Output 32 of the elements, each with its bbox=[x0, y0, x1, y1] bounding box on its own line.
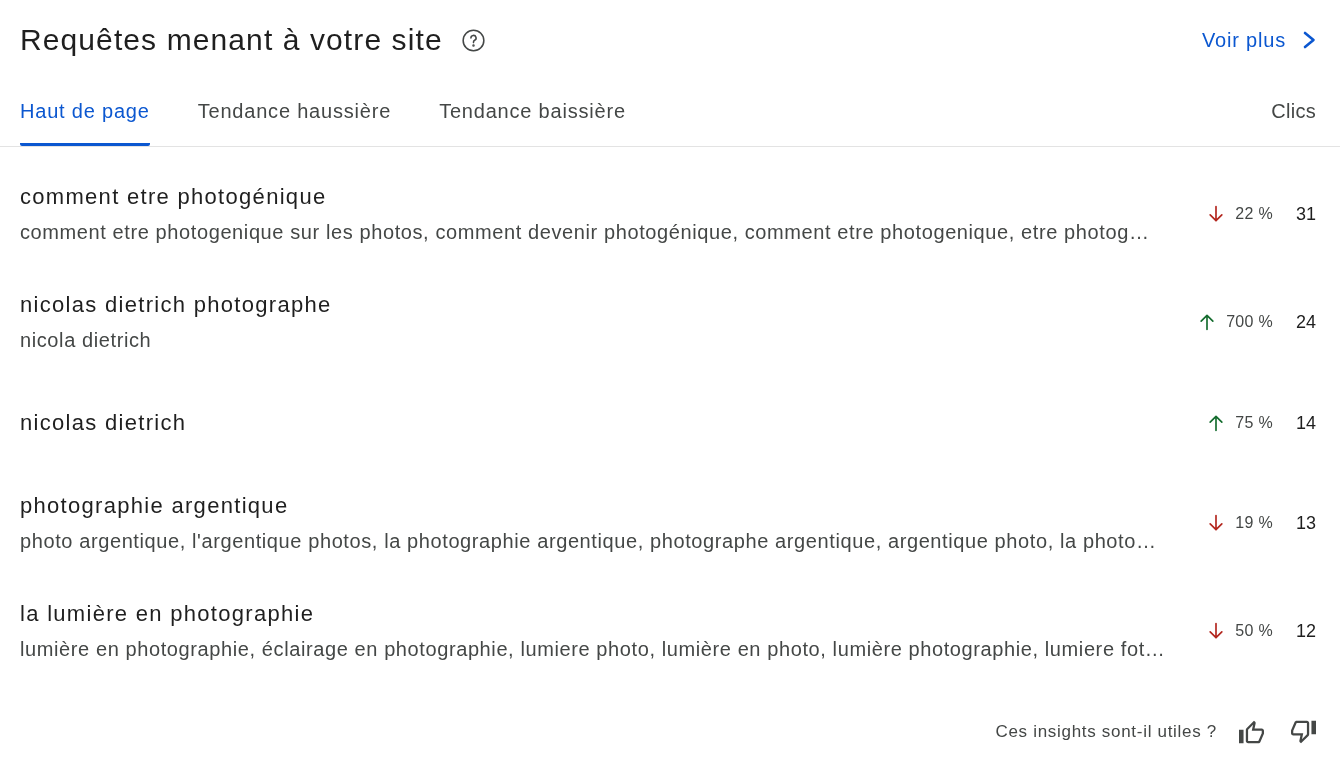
thumbs-down-icon bbox=[1291, 720, 1316, 744]
query-text: photographie argentique bbox=[20, 492, 290, 520]
tab[interactable]: Tendance baissière bbox=[439, 99, 626, 146]
clicks-count: 24 bbox=[1294, 311, 1316, 333]
see-more-link[interactable]: Voir plus bbox=[1202, 28, 1316, 52]
query-variants: nicola dietrich bbox=[20, 328, 153, 353]
clicks-count: 31 bbox=[1294, 203, 1316, 225]
query-text: nicolas dietrich bbox=[20, 408, 188, 437]
thumbs-up-icon bbox=[1239, 720, 1264, 744]
change-percent: 700 % bbox=[1226, 312, 1273, 332]
change-percent: 19 % bbox=[1235, 513, 1273, 533]
clicks-count: 12 bbox=[1294, 620, 1316, 642]
column-header: Clics bbox=[1271, 99, 1316, 124]
query-text: comment etre photogénique bbox=[20, 183, 328, 211]
change-percent: 75 % bbox=[1235, 412, 1273, 433]
clicks-count: 13 bbox=[1294, 512, 1316, 534]
query-text: la lumière en photographie bbox=[20, 600, 316, 628]
change-percent: 22 % bbox=[1235, 204, 1273, 224]
change-percent: 50 % bbox=[1235, 621, 1273, 641]
feedback-question: Ces insights sont-il utiles ? bbox=[995, 721, 1217, 743]
query-text: nicolas dietrich photographe bbox=[20, 291, 333, 319]
clicks-count: 14 bbox=[1294, 411, 1316, 434]
query-variants: photo argentique, l'argentique photos, la photographie argentique, photographe argentique, argentique photo, la photo… bbox=[20, 529, 1158, 554]
section-title: Requêtes menant à votre site bbox=[20, 22, 443, 58]
query-variants: lumière en photographie, éclairage en photographie, lumiere photo, lumière en photo, lumière photographie, lumiere fot… bbox=[20, 637, 1167, 662]
query-variants: comment etre photogenique sur les photos, comment devenir photogénique, comment etre photogenique, etre photog… bbox=[20, 220, 1151, 245]
thumbs-up-button[interactable] bbox=[1239, 720, 1264, 744]
help-icon[interactable] bbox=[461, 28, 485, 52]
tab[interactable]: Tendance haussière bbox=[197, 99, 392, 146]
chevron-right-icon bbox=[1303, 31, 1316, 49]
thumbs-down-button[interactable] bbox=[1291, 720, 1316, 744]
tab[interactable]: Haut de page bbox=[20, 99, 150, 146]
